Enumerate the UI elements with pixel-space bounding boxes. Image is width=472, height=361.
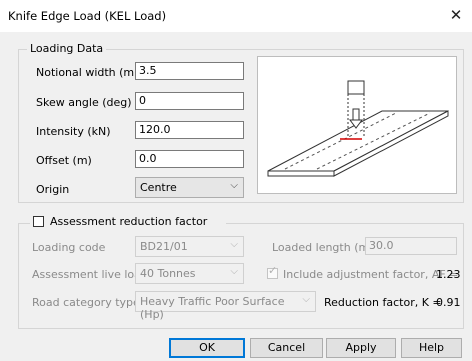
chevron-down-icon: ⌵ [302,294,310,305]
apply-button[interactable]: Apply [326,338,396,358]
skew-angle-input[interactable]: 0 [135,92,244,110]
loading-code-select[interactable]: BD21/01 ⌵ [135,236,244,257]
loaded-length-label: Loaded length (m) [272,241,374,254]
ok-button[interactable]: OK [169,338,245,358]
loading-data-legend: Loading Data [27,42,107,55]
chevron-down-icon: ⌵ [230,239,238,250]
assessment-reduction-label: Assessment reduction factor [50,215,208,228]
adjustment-factor-value: 1.23 [436,268,461,281]
road-category-label: Road category type [32,296,140,309]
close-icon[interactable]: ✕ [448,6,464,24]
include-adjustment-label: Include adjustment factor, AF = [283,268,459,281]
kel-diagram [257,56,457,194]
offset-input[interactable]: 0.0 [135,150,244,168]
loading-code-value: BD21/01 [140,240,188,253]
intensity-input[interactable]: 120.0 [135,121,244,139]
help-button[interactable]: Help [401,338,462,358]
assessment-reduction-checkbox[interactable] [33,216,44,227]
notional-width-label: Notional width (m) [36,66,139,79]
chevron-down-icon: ⌵ [230,266,238,277]
intensity-label: Intensity (kN) [36,125,111,138]
loaded-length-input[interactable]: 30.0 [365,237,457,255]
chevron-down-icon: ⌵ [230,180,238,191]
assessment-live-load-label: Assessment live load [32,268,148,281]
notional-width-input[interactable]: 3.5 [135,62,244,80]
cancel-button[interactable]: Cancel [250,338,323,358]
origin-select[interactable]: Centre ⌵ [135,177,244,198]
assessment-live-load-select[interactable]: 40 Tonnes ⌵ [135,263,244,284]
assessment-header: Assessment reduction factor [30,215,226,229]
origin-value: Centre [140,181,177,194]
kel-diagram-drawing [267,80,449,177]
skew-angle-label: Skew angle (deg) [36,96,132,109]
origin-label: Origin [36,183,70,196]
loading-code-label: Loading code [32,241,106,254]
reduction-factor-value: 0.91 [436,296,461,309]
window-title: Knife Edge Load (KEL Load) [8,9,167,23]
title-bar: Knife Edge Load (KEL Load) ✕ [0,0,472,32]
road-category-select[interactable]: Heavy Traffic Poor Surface (Hp) ⌵ [135,291,316,321]
checkmark-icon: ✓ [268,264,278,277]
reduction-factor-label: Reduction factor, K = [324,296,442,309]
assessment-live-load-value: 40 Tonnes [140,267,196,280]
offset-label: Offset (m) [36,154,92,167]
